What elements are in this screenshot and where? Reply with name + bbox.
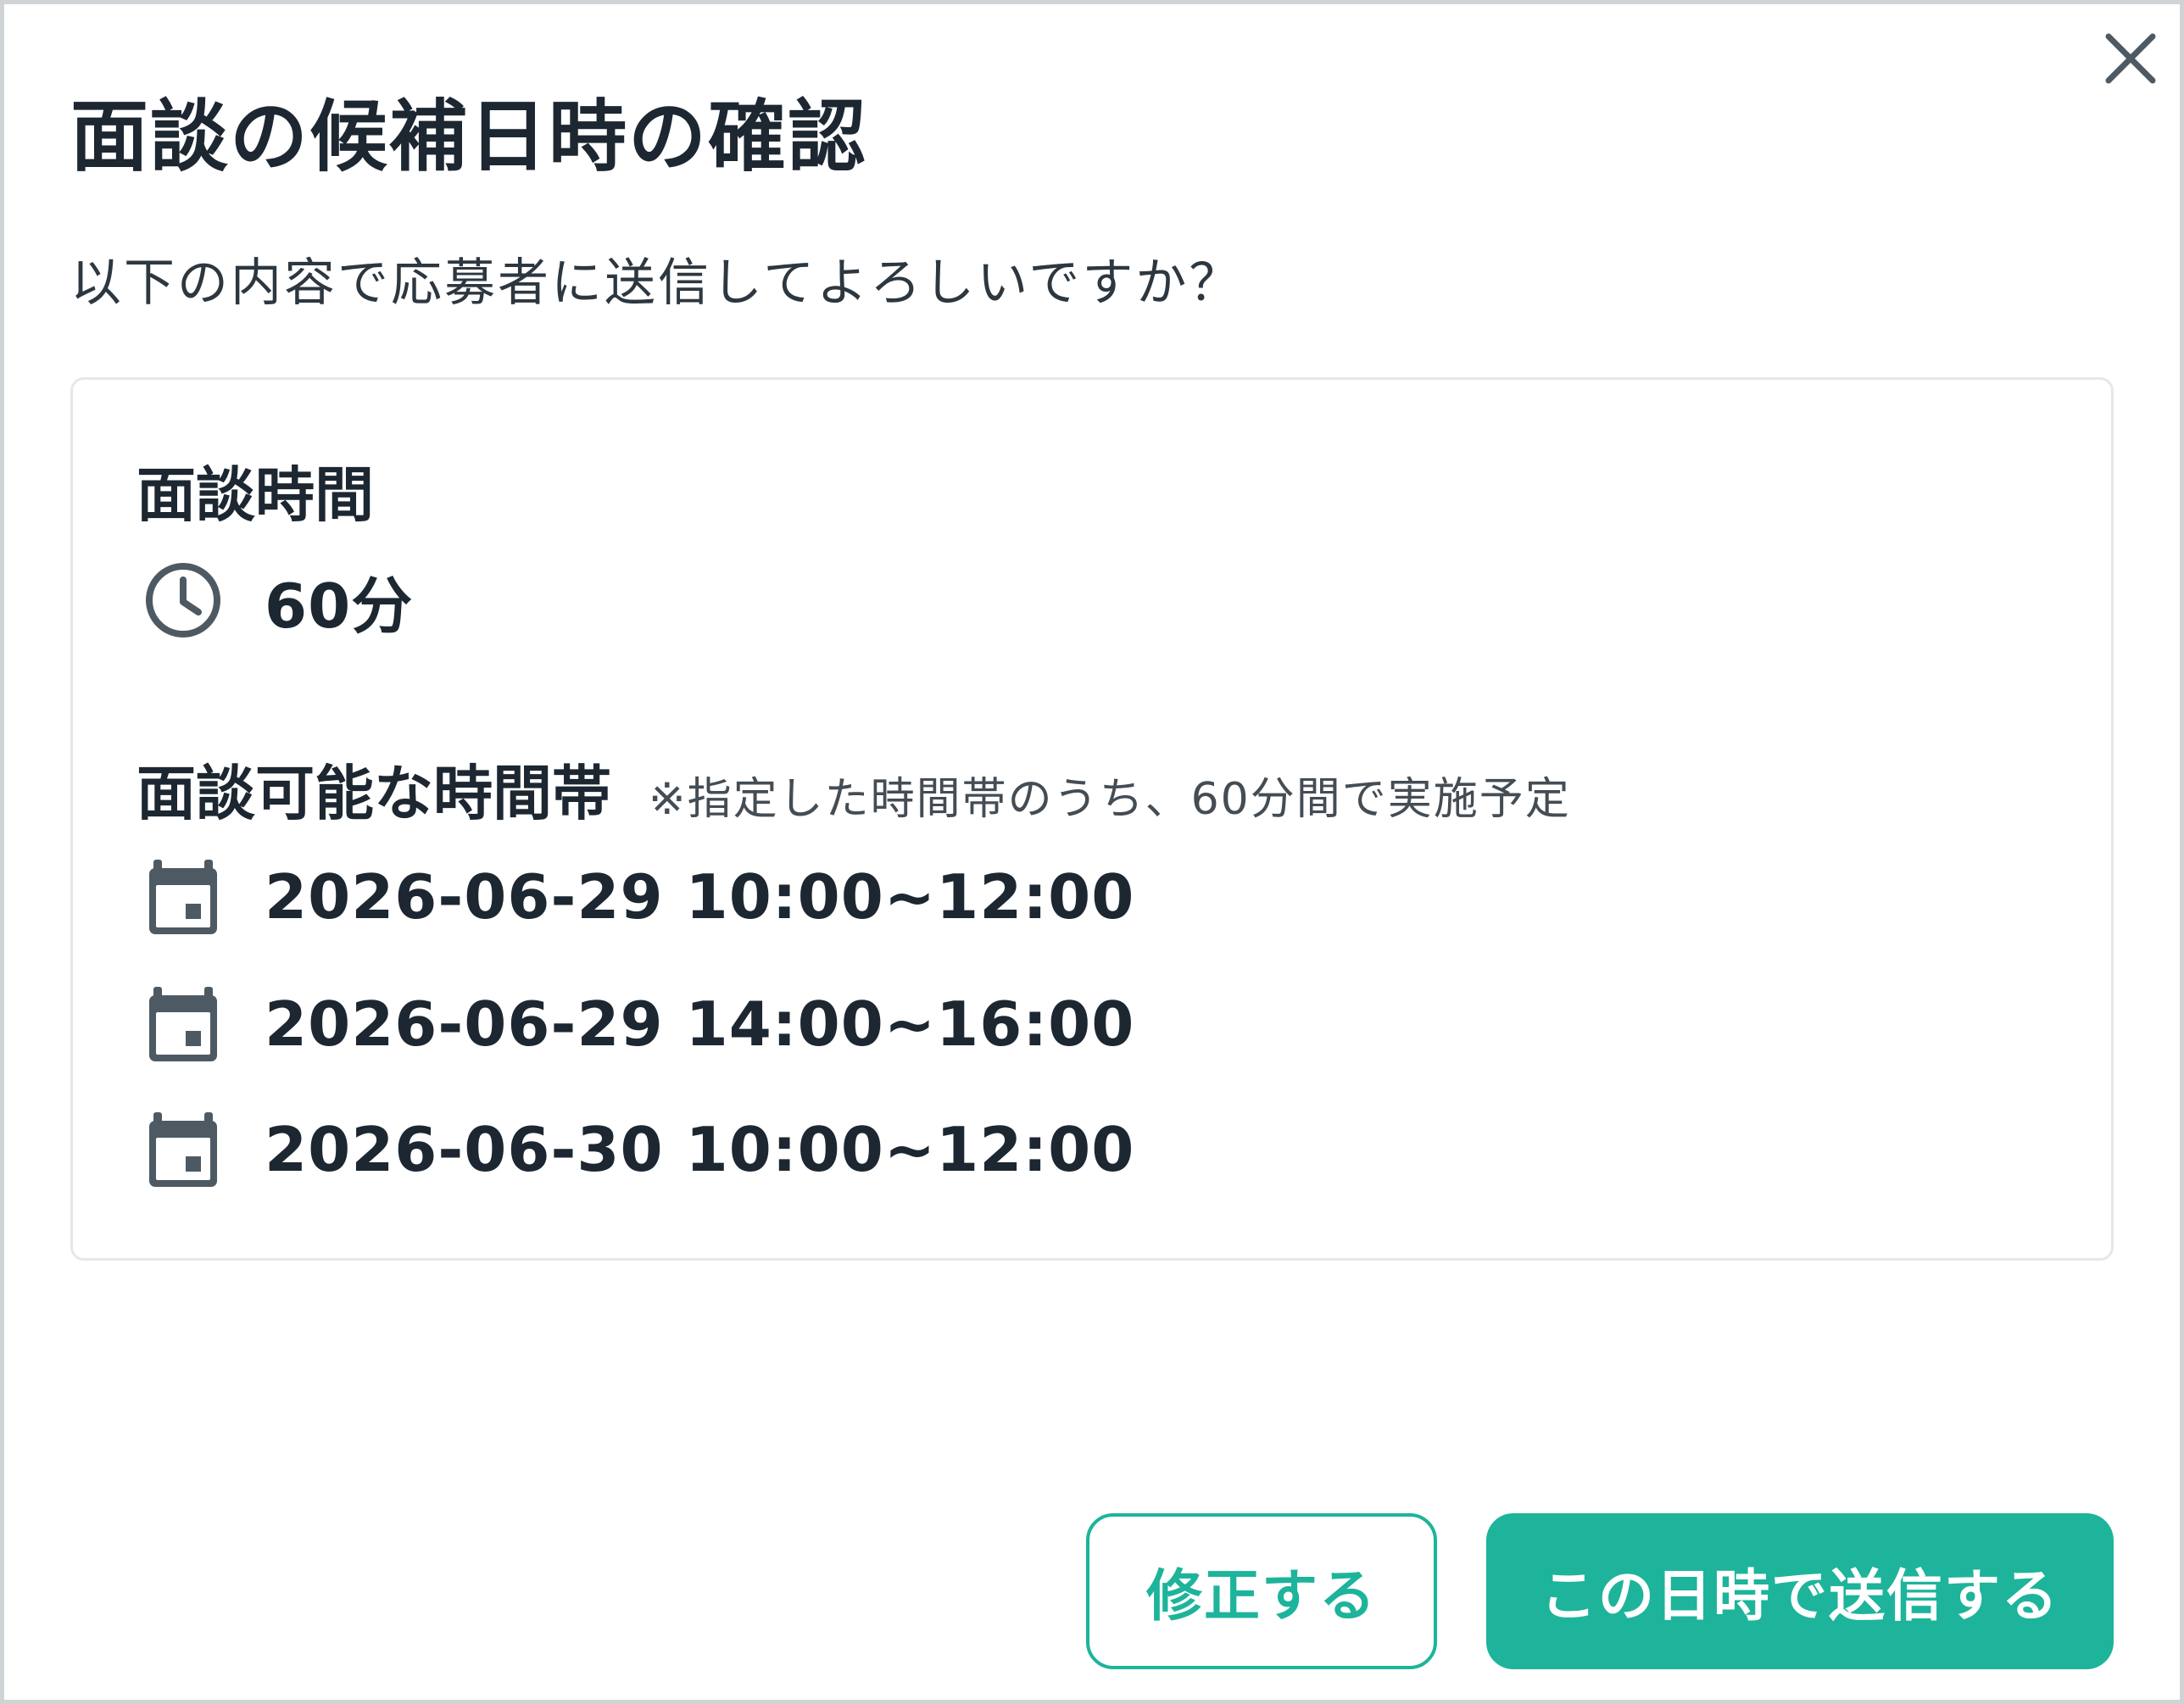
confirmation-dialog: 面談の候補日時の確認 以下の内容で応募者に送信してよろしいですか？ 面談時間 6… — [0, 0, 2184, 1704]
slots-heading-line: 面談可能な時間帯 ※指定した時間帯のうち、60分間で実施予定 — [136, 746, 1571, 832]
slots-note: ※指定した時間帯のうち、60分間で実施予定 — [649, 774, 1571, 825]
close-icon — [2105, 33, 2156, 84]
clock-icon — [141, 558, 226, 643]
duration-row: 60分 — [141, 558, 413, 643]
send-button[interactable]: この日時で送信する — [1486, 1513, 2114, 1669]
slots-heading: 面談可能な時間帯 — [136, 759, 611, 828]
duration-value: 60分 — [265, 570, 414, 642]
calendar-icon — [141, 855, 226, 939]
close-button[interactable] — [2098, 26, 2163, 91]
slot-row: 2026-06-29 14:00~16:00 — [141, 982, 1134, 1066]
calendar-icon — [141, 982, 226, 1066]
dialog-title: 面談の候補日時の確認 — [70, 92, 868, 182]
duration-heading: 面談時間 — [136, 460, 374, 530]
slot-value: 2026-06-29 14:00~16:00 — [265, 988, 1135, 1060]
edit-button[interactable]: 修正する — [1086, 1513, 1437, 1669]
dialog-subtitle: 以下の内容で応募者に送信してよろしいですか？ — [70, 253, 1243, 313]
slot-row: 2026-06-30 10:00~12:00 — [141, 1107, 1134, 1192]
slot-value: 2026-06-29 10:00~12:00 — [265, 861, 1135, 933]
slot-value: 2026-06-30 10:00~12:00 — [265, 1114, 1135, 1185]
slot-row: 2026-06-29 10:00~12:00 — [141, 855, 1134, 939]
calendar-icon — [141, 1107, 226, 1192]
details-card: 面談時間 60分 面談可能な時間帯 ※指定した時間帯のうち、60分間で実施予定 — [70, 377, 2114, 1261]
